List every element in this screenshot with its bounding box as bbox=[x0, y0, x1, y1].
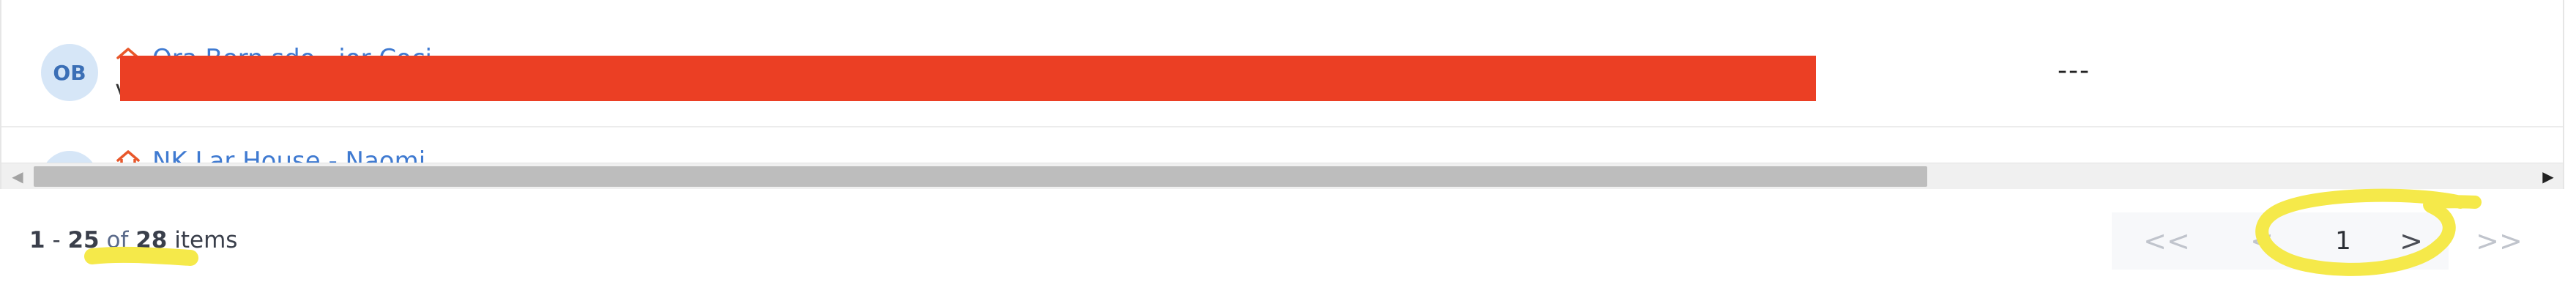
prev-page-button[interactable]: < bbox=[2233, 212, 2290, 270]
next-page-button[interactable]: > bbox=[2383, 212, 2440, 270]
range-end: 25 bbox=[67, 227, 100, 253]
clients-table: OB Ora Bern sdo...ior Coci... Ver detall… bbox=[0, 0, 2564, 189]
cell-value: --- bbox=[2058, 56, 2091, 86]
scroll-left-icon[interactable]: ◀ bbox=[4, 163, 31, 189]
first-page-button[interactable]: << bbox=[2138, 212, 2195, 270]
items-label: items bbox=[174, 227, 238, 253]
page: OB Ora Bern sdo...ior Coci... Ver detall… bbox=[0, 0, 2576, 293]
last-page-button[interactable]: >> bbox=[2471, 212, 2528, 270]
pager-info: 1 - 25 of 28 items bbox=[29, 227, 237, 253]
scroll-right-icon[interactable]: ▶ bbox=[2535, 163, 2561, 189]
horizontal-scrollbar[interactable]: ◀ ▶ bbox=[1, 163, 2563, 189]
redaction-bar bbox=[120, 56, 1816, 101]
current-page-button[interactable]: 1 bbox=[2299, 212, 2387, 270]
range-separator: - bbox=[52, 227, 61, 253]
range-start: 1 bbox=[29, 227, 45, 253]
scrollbar-thumb[interactable] bbox=[34, 166, 1927, 187]
avatar: OB bbox=[41, 44, 98, 101]
table-row[interactable]: OB Ora Bern sdo...ior Coci... Ver detall… bbox=[1, 0, 2563, 127]
of-label: of bbox=[106, 227, 129, 253]
total-items: 28 bbox=[135, 227, 168, 253]
